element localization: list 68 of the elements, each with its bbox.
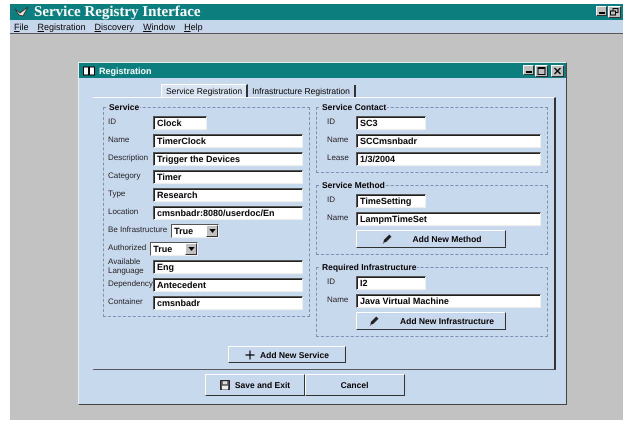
field-label: Container bbox=[108, 298, 144, 307]
dialog-title: Registration bbox=[99, 66, 152, 76]
field-label: Type bbox=[108, 190, 126, 199]
input-field[interactable]: I2 bbox=[356, 276, 426, 290]
input-field[interactable]: Java Virtual Machine bbox=[356, 294, 541, 308]
input-field[interactable]: SCCmsnbadr bbox=[356, 134, 541, 148]
cancel-button[interactable]: Cancel bbox=[304, 374, 404, 396]
field-label: Location bbox=[108, 208, 140, 217]
maximize-button[interactable] bbox=[535, 64, 548, 76]
field-label: Name bbox=[327, 136, 350, 145]
field-label: ID bbox=[327, 118, 336, 127]
dropdown[interactable]: True bbox=[150, 242, 198, 256]
save-button[interactable]: Save and Exit bbox=[204, 374, 304, 396]
pencil-icon bbox=[380, 233, 393, 245]
book-icon bbox=[83, 66, 95, 76]
menu-item[interactable]: File bbox=[14, 22, 29, 32]
minimize-button[interactable] bbox=[596, 6, 607, 16]
restore-button[interactable] bbox=[608, 6, 621, 18]
field-label: Authorized bbox=[108, 244, 146, 253]
menu-item[interactable]: Window bbox=[143, 22, 176, 32]
input-field[interactable]: cmsnbadr:8080/userdoc/En bbox=[153, 206, 303, 220]
dropdown[interactable]: True bbox=[171, 224, 220, 238]
maximize-icon bbox=[537, 66, 546, 74]
menu-item[interactable]: Discovery bbox=[94, 22, 134, 32]
input-field[interactable]: SC3 bbox=[356, 116, 426, 130]
input-field[interactable]: Eng bbox=[153, 260, 303, 274]
field-label: ID bbox=[327, 196, 336, 205]
field-label: Name bbox=[108, 136, 130, 145]
add-button[interactable]: Add New Service bbox=[228, 346, 346, 363]
minimize-icon bbox=[526, 70, 532, 72]
input-field[interactable]: Trigger the Devices bbox=[153, 152, 303, 166]
group-title: Service Contact bbox=[321, 102, 388, 112]
group-title: Service bbox=[108, 102, 140, 112]
input-field[interactable]: Antecedent bbox=[153, 278, 303, 292]
minimize-button[interactable] bbox=[523, 64, 534, 74]
menu-item[interactable]: Help bbox=[184, 22, 203, 32]
field-label: Category bbox=[108, 172, 142, 181]
close-button[interactable] bbox=[551, 64, 564, 76]
group-title: Service Method bbox=[321, 180, 386, 190]
input-field[interactable]: Clock bbox=[153, 116, 207, 130]
input-field[interactable]: 1/3/2004 bbox=[356, 152, 541, 166]
add-button[interactable]: Add New Infrastructure bbox=[356, 312, 506, 330]
input-field[interactable]: TimeSetting bbox=[356, 194, 426, 208]
group-title: Required Infrastructure bbox=[321, 262, 418, 272]
plus-icon bbox=[244, 348, 256, 360]
field-label: Name bbox=[327, 296, 350, 305]
menu-item[interactable]: Registration bbox=[38, 22, 86, 32]
field-label: Lease bbox=[327, 154, 350, 163]
input-field[interactable]: LampmTimeSet bbox=[356, 212, 541, 226]
pencil-icon bbox=[368, 315, 380, 327]
input-field[interactable]: TimerClock bbox=[153, 134, 303, 148]
field-label: Description bbox=[108, 154, 150, 163]
minimize-icon bbox=[598, 12, 604, 14]
field-label: Be Infrastructure bbox=[108, 226, 168, 235]
field-label: ID bbox=[327, 278, 336, 287]
tab[interactable]: Infrastructure Registration bbox=[248, 85, 356, 97]
window-title: Service Registry Interface bbox=[34, 4, 201, 20]
add-button[interactable]: Add New Method bbox=[356, 230, 506, 248]
input-field[interactable]: cmsnbadr bbox=[153, 296, 303, 310]
input-field[interactable]: Research bbox=[153, 188, 303, 202]
field-label: Available Language bbox=[108, 258, 145, 275]
restore-icon bbox=[610, 8, 619, 16]
field-label: Name bbox=[327, 214, 350, 223]
field-label: ID bbox=[108, 118, 117, 127]
tab[interactable]: Service Registration bbox=[161, 84, 248, 97]
input-field[interactable]: Timer bbox=[153, 170, 303, 184]
close-icon bbox=[553, 66, 562, 74]
field-label: Dependency bbox=[108, 280, 152, 289]
